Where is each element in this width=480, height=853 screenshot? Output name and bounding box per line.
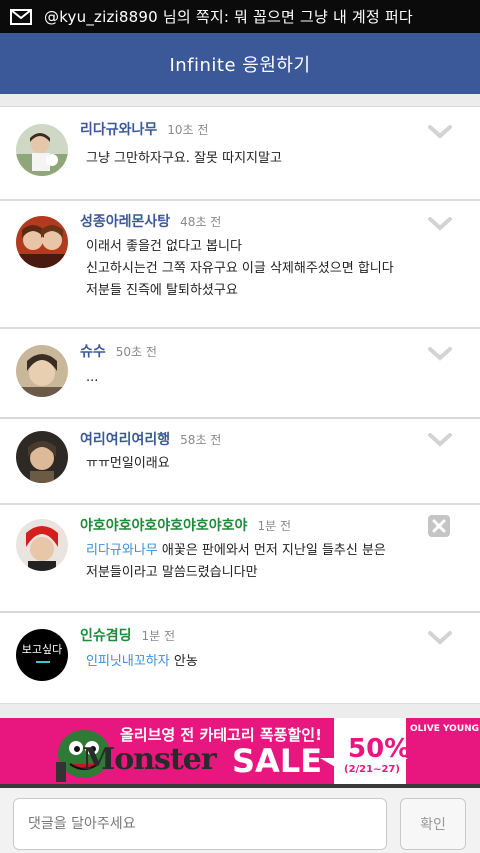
comment-time: 10초 전 <box>167 123 209 137</box>
comment-text: ㅠㅠ먼일이래요 <box>86 456 170 471</box>
comment-text: 그냥 그만하자구요. 잘못 따지지말고 <box>86 151 282 166</box>
comment-input[interactable]: 댓글을 달아주세요 <box>13 798 387 850</box>
submit-button[interactable]: 확인 <box>400 798 466 850</box>
avatar-image <box>16 519 68 571</box>
comment-text: 저분들이라고 말씀드렸습니다만 <box>86 565 258 580</box>
screen: @kyu_zizi8890 님의 쪽지: 뭐 꼽으면 그냥 내 계정 퍼다 In… <box>0 0 480 853</box>
comment-text: 저분들 진즉에 탈퇴하셨구요 <box>86 283 238 298</box>
comment-author[interactable]: 야호야호야호야호야호야호야 <box>80 515 247 535</box>
app-header: Infinite 응원하기 <box>0 33 480 94</box>
comment-time: 1분 전 <box>257 519 291 533</box>
mail-icon <box>10 8 32 25</box>
notification-text[interactable]: @kyu_zizi8890 님의 쪽지: 뭐 꼽으면 그냥 내 계정 퍼다 <box>44 6 413 27</box>
comment-author[interactable]: 인슈겸딩 <box>80 625 132 645</box>
banner-sale-text: SALE <box>232 742 323 780</box>
discount-dates: (2/21~27) <box>344 764 400 775</box>
comment-time: 1분 전 <box>141 629 176 643</box>
avatar[interactable] <box>16 431 68 483</box>
delete-icon[interactable] <box>428 515 450 537</box>
avatar[interactable]: 보고싶다 <box>16 629 68 681</box>
chevron-down-icon[interactable] <box>428 347 452 361</box>
status-bar: @kyu_zizi8890 님의 쪽지: 뭐 꼽으면 그냥 내 계정 퍼다 <box>0 0 480 33</box>
comment-item[interactable]: 성종아레몬사탕 48초 전 이래서 좋을건 없다고 봅니다 신고하시는건 그쪽 … <box>0 200 480 328</box>
avatar-image <box>16 124 68 176</box>
comment-author[interactable]: 성종아레몬사탕 <box>80 211 170 231</box>
avatar-image <box>16 431 68 483</box>
avatar-text: 보고싶다 <box>22 643 62 656</box>
comment-text: 이래서 좋을건 없다고 봅니다 <box>86 239 242 254</box>
comment-list[interactable]: 리다규와나무 10초 전 그냥 그만하자구요. 잘못 따지지말고 성종아레몬사탕… <box>0 94 480 718</box>
comment-text: 애꽃은 판에와서 먼저 지난일 들추신 분은 <box>157 543 386 558</box>
avatar[interactable] <box>16 345 68 397</box>
comment-text: 신고하시는건 그쪽 자유구요 이글 삭제해주셨으면 합니다 <box>86 261 394 276</box>
avatar[interactable] <box>16 216 68 268</box>
comment-item[interactable]: 슈수 50초 전 ... <box>0 328 480 418</box>
comment-item[interactable]: 보고싶다 인슈겸딩 1분 전 인피닛내꼬하자 안농 <box>0 612 480 704</box>
page-title: Infinite 응원하기 <box>169 54 311 76</box>
comment-time: 50초 전 <box>115 345 157 359</box>
chevron-down-icon[interactable] <box>428 125 452 139</box>
comment-text: ... <box>86 370 99 385</box>
mention-link[interactable]: 인피닛내꼬하자 <box>86 654 170 669</box>
comment-item[interactable]: 여리여리여리행 58초 전 ㅠㅠ먼일이래요 <box>0 418 480 504</box>
avatar-image <box>16 345 68 397</box>
avatar-image: 보고싶다 <box>16 629 68 681</box>
comment-author[interactable]: 리다규와나무 <box>80 119 157 139</box>
mention-link[interactable]: 리다규와나무 <box>86 543 158 558</box>
ad-banner[interactable]: 올리브영 전 카테고리 폭풍할인! Monster SALE 50% (2/21… <box>0 718 480 784</box>
comment-text: 안농 <box>169 654 198 669</box>
comment-composer: 댓글을 달아주세요 확인 <box>0 784 480 853</box>
comment-item[interactable]: 야호야호야호야호야호야호야 1분 전 리다규와나무 애꽃은 판에와서 먼저 지난… <box>0 504 480 612</box>
comment-item[interactable]: 리다규와나무 10초 전 그냥 그만하자구요. 잘못 따지지말고 <box>0 106 480 200</box>
comment-time: 48초 전 <box>180 215 222 229</box>
banner-monster-text: Monster <box>82 742 217 777</box>
avatar[interactable] <box>16 124 68 176</box>
brand-logo: OLIVE YOUNG <box>410 724 480 734</box>
comment-time: 58초 전 <box>180 433 222 447</box>
comment-author[interactable]: 슈수 <box>80 341 106 361</box>
chevron-down-icon[interactable] <box>428 631 452 645</box>
comment-author[interactable]: 여리여리여리행 <box>80 429 170 449</box>
discount-percent: 50% <box>348 734 411 764</box>
chevron-down-icon[interactable] <box>428 433 452 447</box>
chevron-down-icon[interactable] <box>428 217 452 231</box>
avatar[interactable] <box>16 519 68 571</box>
avatar-image <box>16 216 68 268</box>
